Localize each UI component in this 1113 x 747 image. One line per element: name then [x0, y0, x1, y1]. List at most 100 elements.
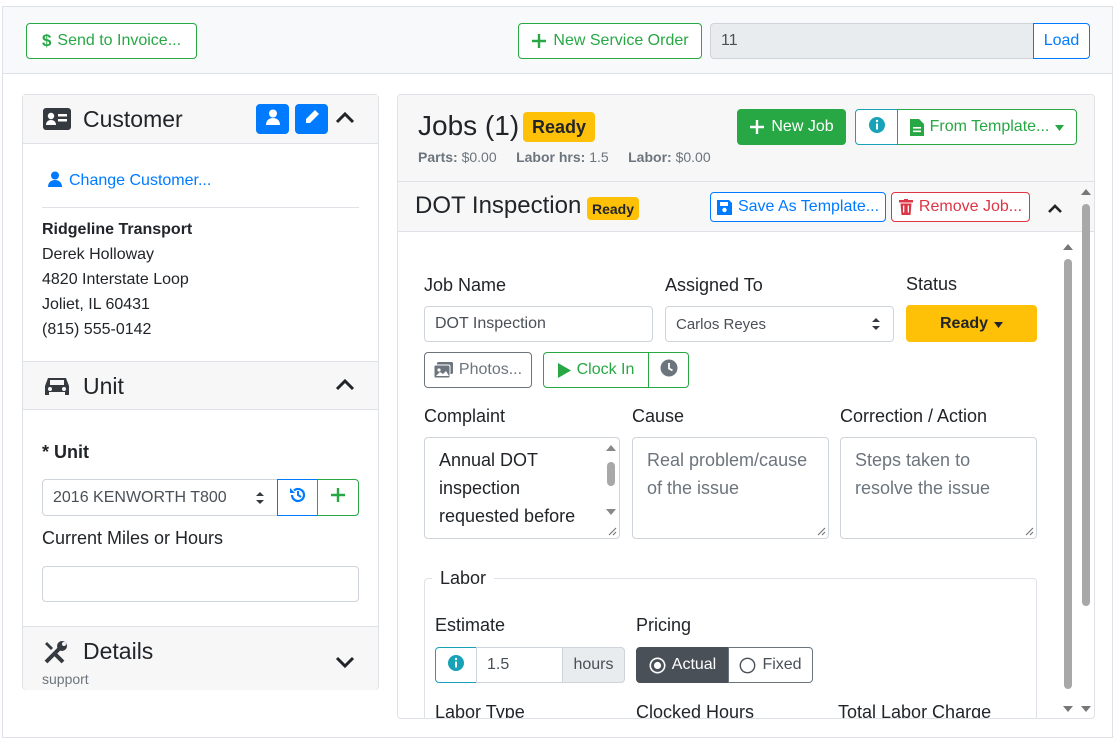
template-info-button[interactable] [855, 109, 898, 145]
labor-hrs-value: 1.5 [589, 149, 609, 165]
customer-collapse-chevron-up-icon[interactable] [335, 110, 355, 129]
new-job-label: New Job [771, 118, 834, 135]
new-job-button[interactable]: New Job [737, 109, 846, 145]
tools-icon [43, 639, 69, 670]
status-value: Ready [939, 314, 989, 332]
pricing-actual-radio[interactable]: Actual [636, 647, 729, 683]
unit-label: * Unit [42, 442, 89, 462]
job-name-label: Job Name [424, 275, 507, 295]
change-customer-link[interactable]: Change Customer... [69, 172, 211, 190]
dollar-icon: $ [41, 31, 52, 50]
correction-textarea[interactable]: Steps taken to resolve the issue [840, 437, 1037, 539]
complaint-textarea[interactable]: Annual DOT inspection requested before [424, 437, 620, 539]
top-toolbar: $ Send to Invoice... New Service Order 1… [3, 7, 1112, 74]
unit-collapse-chevron-up-icon[interactable] [335, 377, 355, 396]
new-service-order-button[interactable]: New Service Order [518, 23, 702, 59]
estimate-input[interactable]: 1.5 [476, 647, 563, 683]
job-title: DOT Inspection [415, 192, 582, 219]
labor-label: Labor: [628, 149, 672, 165]
assigned-to-select[interactable]: Carlos Reyes [665, 306, 894, 342]
select-arrows-icon [255, 491, 265, 510]
details-expand-chevron-down-icon[interactable] [335, 656, 355, 675]
trash-icon [898, 199, 913, 215]
pricing-fixed-label: Fixed [762, 656, 802, 673]
status-label: Status [906, 274, 958, 294]
customer-company: Ridgeline Transport [42, 221, 193, 238]
unit-select[interactable]: 2016 KENWORTH T800 [42, 479, 278, 516]
customer-edit-button[interactable] [295, 104, 328, 134]
estimate-unit-addon: hours [562, 647, 625, 683]
photos-label: Photos... [458, 361, 523, 378]
add-unit-button[interactable] [317, 479, 359, 516]
app-frame: $ Send to Invoice... New Service Order 1… [2, 6, 1113, 738]
plus-icon [531, 33, 547, 49]
job-name-input[interactable]: DOT Inspection [424, 306, 653, 342]
estimate-unit: hours [573, 656, 614, 673]
page-scrollbar[interactable] [1079, 184, 1093, 720]
customer-title: Customer [83, 106, 183, 132]
clock-history-button[interactable] [648, 352, 689, 388]
customer-header: Customer [23, 95, 378, 144]
parts-value: $0.00 [461, 149, 497, 165]
jobs-header: Jobs (1) Ready Parts: $0.00 Labor hrs: 1… [398, 95, 1094, 182]
new-service-order-label: New Service Order [553, 32, 689, 49]
labor-legend: Labor [432, 568, 495, 589]
save-as-template-label: Save As Template... [737, 198, 880, 215]
clock-in-button[interactable]: Clock In [543, 352, 649, 388]
estimate-info-button[interactable] [435, 647, 477, 683]
assigned-to-value: Carlos Reyes [676, 315, 767, 333]
customer-contact: Derek Holloway [42, 246, 155, 263]
labor-value: $0.00 [675, 149, 711, 165]
labor-hrs-label: Labor hrs: [516, 149, 586, 165]
pricing-fixed-radio[interactable]: Fixed [728, 647, 813, 683]
left-panel: Customer Change Customer... Ridgeline Tr… [22, 94, 379, 690]
caret-down-icon [994, 315, 1004, 333]
correction-placeholder: Steps taken to resolve the issue [855, 450, 991, 498]
unit-select-value: 2016 KENWORTH T800 [53, 488, 227, 506]
info-icon [447, 654, 465, 677]
job-status-badge: Ready [587, 197, 639, 220]
jobs-panel: Jobs (1) Ready Parts: $0.00 Labor hrs: 1… [397, 94, 1095, 719]
send-to-invoice-button[interactable]: $ Send to Invoice... [26, 23, 197, 59]
labor-type-label: Labor Type [435, 702, 525, 719]
address-card-icon [43, 108, 71, 135]
clocked-hours-label: Clocked Hours [636, 702, 755, 719]
photos-button[interactable]: Photos... [424, 352, 532, 388]
status-dropdown[interactable]: Ready [906, 305, 1037, 342]
radio-checked-icon [649, 657, 666, 674]
select-arrows-icon [871, 317, 881, 335]
customer-city-state-zip: Joliet, IL 60431 [42, 296, 150, 313]
complaint-value: Annual DOT inspection requested before [439, 450, 576, 526]
user-icon [265, 109, 280, 130]
load-button[interactable]: Load [1033, 23, 1090, 59]
cause-textarea[interactable]: Real problem/cause of the issue [632, 437, 829, 539]
miles-input[interactable] [42, 566, 359, 602]
job-collapse-chevron-up-icon[interactable] [1047, 201, 1063, 219]
resize-handle-icon[interactable] [817, 527, 826, 536]
details-subtitle: support [42, 671, 89, 687]
pricing-label: Pricing [636, 615, 692, 635]
caret-down-icon [1055, 118, 1065, 136]
pricing-actual-label: Actual [671, 656, 717, 673]
customer-street: 4820 Interstate Loop [42, 271, 189, 288]
send-to-invoice-label: Send to Invoice... [57, 32, 182, 49]
clock-icon [660, 359, 678, 382]
customer-view-button[interactable] [256, 104, 289, 134]
resize-handle-icon[interactable] [608, 527, 617, 536]
car-icon [43, 375, 71, 402]
unit-history-button[interactable] [277, 479, 318, 516]
complaint-scrollbar[interactable] [605, 442, 617, 522]
save-icon [716, 199, 732, 215]
save-as-template-button[interactable]: Save As Template... [710, 192, 886, 222]
job-header: DOT Inspection Ready Save As Template...… [398, 182, 1094, 232]
details-title: Details [83, 638, 154, 664]
job-scrollbar[interactable] [1061, 239, 1075, 717]
service-order-number-input[interactable]: 11 [710, 23, 1036, 59]
remove-job-button[interactable]: Remove Job... [891, 192, 1030, 222]
plus-icon [749, 119, 765, 135]
unit-title: Unit [83, 373, 124, 399]
resize-handle-icon[interactable] [1025, 527, 1034, 536]
from-template-dropdown[interactable]: From Template... [897, 109, 1077, 145]
info-icon [868, 116, 886, 139]
service-order-number-value: 11 [721, 32, 738, 49]
